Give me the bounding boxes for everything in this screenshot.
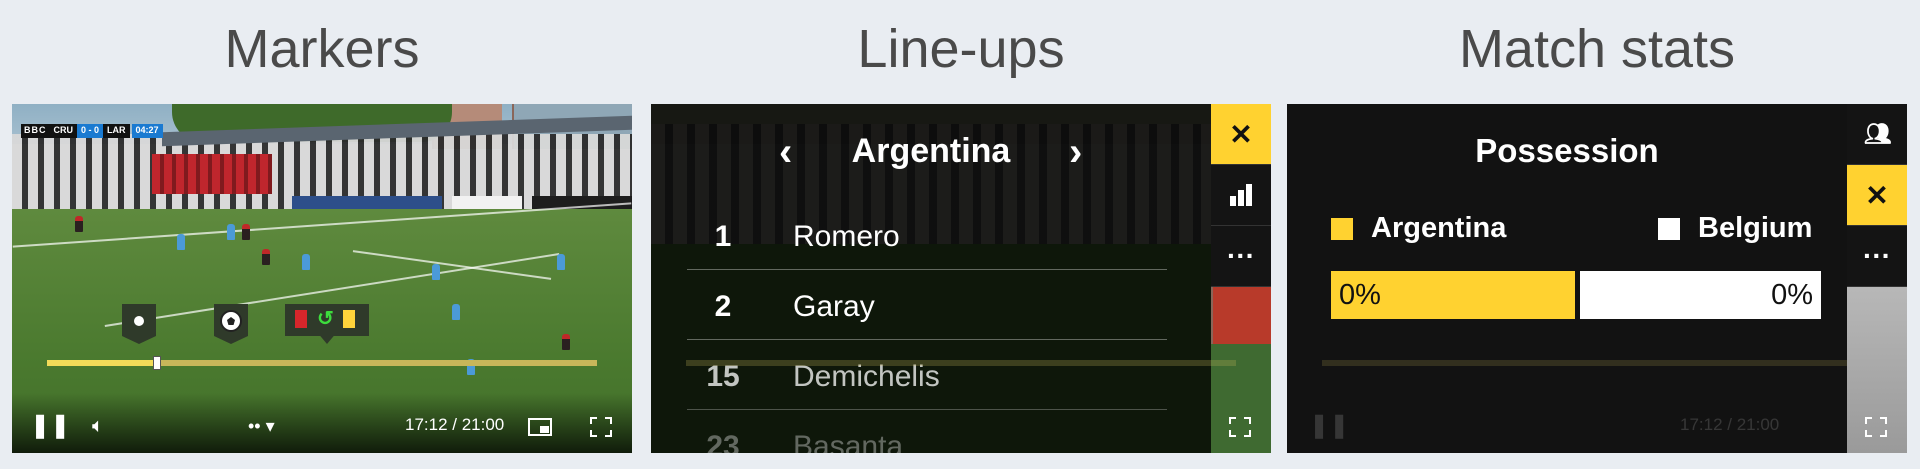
dot-marker[interactable] bbox=[122, 304, 156, 344]
stats-button[interactable] bbox=[1211, 165, 1271, 226]
lineup-team-name: Argentina bbox=[851, 132, 1011, 170]
video-player-figure bbox=[227, 224, 235, 240]
legend-team-b: Belgium bbox=[1658, 212, 1812, 245]
dot-icon bbox=[134, 316, 144, 326]
video-player-figure bbox=[557, 254, 565, 270]
lineups-video-player[interactable]: ‹ Argentina › 1 Romero 2 Garay 15 Demich… bbox=[651, 104, 1271, 453]
markers-video-player[interactable]: BBC CRU 0 - 0 LAR 04:27 ↺ ❚❚ 🔈︎ •• ▾ 17:… bbox=[12, 104, 632, 453]
video-player-figure bbox=[262, 249, 270, 265]
match-stats-title: Match stats bbox=[1458, 19, 1736, 79]
team-b-swatch bbox=[1658, 217, 1680, 240]
player-number: 2 bbox=[714, 290, 732, 323]
lineup-row[interactable]: 23 Basanta bbox=[687, 412, 1167, 453]
possession-team-a: 0% bbox=[1331, 271, 1575, 319]
time-display: 17:12 / 21:00 bbox=[1680, 415, 1780, 434]
yellow-card-icon bbox=[343, 310, 355, 328]
player-number: 1 bbox=[714, 220, 732, 253]
volume-icon[interactable]: 🔈︎ bbox=[92, 415, 104, 437]
picture-in-picture-icon[interactable] bbox=[528, 418, 552, 436]
player-number: 23 bbox=[706, 430, 740, 453]
possession-bar: 0% 0% bbox=[1331, 271, 1821, 319]
broadcaster-logo: BBC bbox=[21, 124, 50, 138]
lineups-button[interactable]: 👥︎ bbox=[1847, 104, 1907, 165]
pause-icon[interactable]: ❚❚ bbox=[30, 414, 70, 438]
match-clock: 04:27 bbox=[131, 124, 163, 138]
video-player-figure bbox=[452, 304, 460, 320]
player-name: Romero bbox=[793, 220, 900, 253]
player-name: Garay bbox=[793, 290, 875, 323]
close-icon[interactable]: ✕ bbox=[1847, 165, 1907, 226]
pause-icon: ❚❚ bbox=[1309, 412, 1350, 439]
progress-bar-fill bbox=[47, 360, 157, 366]
video-player-figure bbox=[302, 254, 310, 270]
fullscreen-icon[interactable] bbox=[1229, 417, 1251, 437]
lineup-row[interactable]: 1 Romero bbox=[687, 202, 1167, 270]
player-controls: ❚❚ 🔈︎ •• ▾ 17:12 / 21:00 bbox=[12, 393, 632, 453]
video-player-figure bbox=[562, 334, 570, 350]
stats-video-player[interactable]: Possession Argentina Belgium 0% 0% ❚❚ 17… bbox=[1287, 104, 1907, 453]
legend-team-a: Argentina bbox=[1331, 212, 1506, 245]
lineup-row[interactable]: 15 Demichelis bbox=[687, 342, 1167, 410]
football-icon bbox=[220, 310, 242, 332]
scorebug: BBC CRU 0 - 0 LAR 04:27 bbox=[21, 124, 163, 138]
scoreline: 0 - 0 bbox=[77, 124, 104, 138]
side-rail: ✕ ··· bbox=[1211, 104, 1271, 453]
goal-marker[interactable] bbox=[214, 304, 248, 344]
possession-team-b: 0% bbox=[1580, 271, 1821, 319]
video-adboard bbox=[452, 196, 522, 210]
video-stand-seats bbox=[152, 154, 272, 194]
markers-icon[interactable]: •• ▾ bbox=[248, 415, 275, 437]
more-icon[interactable]: ··· bbox=[1847, 226, 1907, 287]
red-card-icon bbox=[295, 310, 307, 328]
stats-heading: Possession bbox=[1475, 132, 1659, 169]
video-player-figure bbox=[242, 224, 250, 240]
progress-bar[interactable] bbox=[47, 356, 597, 370]
people-icon: 👥︎ bbox=[1864, 121, 1892, 146]
video-player-figure bbox=[177, 234, 185, 250]
fullscreen-icon[interactable] bbox=[1865, 417, 1887, 437]
lineup-row[interactable]: 2 Garay bbox=[687, 272, 1167, 340]
markers-title: Markers bbox=[224, 19, 420, 79]
team-a-swatch bbox=[1331, 217, 1353, 240]
bar-chart-icon bbox=[1228, 184, 1254, 206]
progress-bar bbox=[686, 360, 1236, 366]
team-b-name: Belgium bbox=[1698, 212, 1813, 244]
time-display: 17:12 / 21:00 bbox=[405, 415, 505, 434]
video-player-figure bbox=[75, 216, 83, 232]
side-rail: 👥︎ ✕ ··· bbox=[1847, 104, 1907, 453]
substitution-icon: ↺ bbox=[317, 308, 334, 330]
more-icon[interactable]: ··· bbox=[1211, 226, 1271, 287]
close-icon[interactable]: ✕ bbox=[1211, 104, 1271, 165]
away-team-code: LAR bbox=[103, 124, 130, 138]
video-adboard bbox=[292, 196, 442, 210]
lineups-title: Line-ups bbox=[857, 19, 1065, 79]
progress-bar-handle[interactable] bbox=[153, 356, 161, 370]
progress-bar bbox=[1322, 360, 1872, 366]
team-a-name: Argentina bbox=[1371, 212, 1507, 244]
player-name: Basanta bbox=[793, 430, 904, 453]
video-player-figure bbox=[432, 264, 440, 280]
fullscreen-icon[interactable] bbox=[590, 417, 612, 437]
next-team-icon[interactable]: › bbox=[1069, 130, 1082, 175]
home-team-code: CRU bbox=[49, 124, 77, 138]
